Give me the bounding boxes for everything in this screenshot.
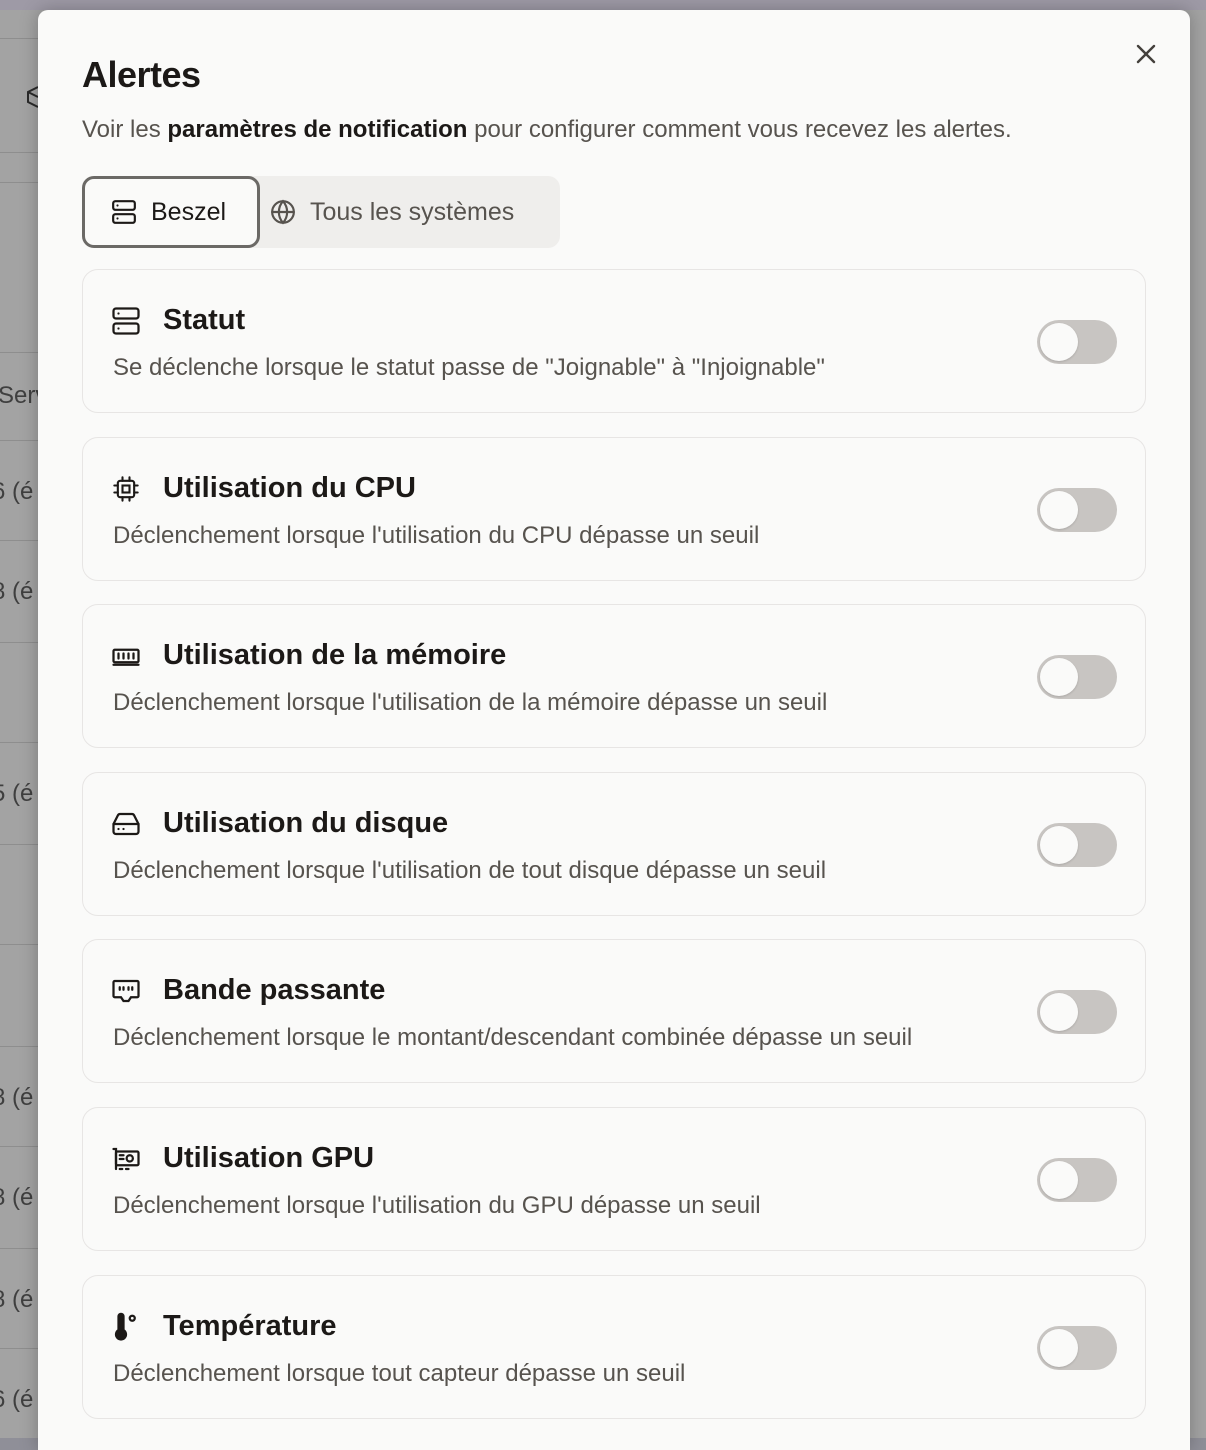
background-row-text: 6 (é [0,478,34,505]
alert-description: Déclenchement lorsque tout capteur dépas… [113,1360,686,1387]
alert-toggle[interactable] [1037,488,1117,532]
alert-title: Utilisation de la mémoire [163,639,507,671]
server-icon [111,306,141,336]
toggle-knob [1040,826,1078,864]
tab-beszel[interactable]: Beszel [82,176,260,248]
alert-toggle[interactable] [1037,1158,1117,1202]
ethernet-port-icon [111,976,141,1006]
description-suffix: pour configurer comment vous recevez les… [467,116,1012,143]
alert-toggle[interactable] [1037,823,1117,867]
tab-label: Tous les systèmes [310,197,515,226]
alert-description: Déclenchement lorsque l'utilisation du G… [113,1192,761,1219]
alert-description: Déclenchement lorsque l'utilisation du C… [113,522,760,549]
alert-card-cpu: Utilisation du CPU Déclenchement lorsque… [82,437,1146,581]
toggle-knob [1040,1161,1078,1199]
alert-card-temperature: Température Déclenchement lorsque tout c… [82,1275,1146,1419]
alert-description: Déclenchement lorsque le montant/descend… [113,1024,913,1051]
alert-toggle[interactable] [1037,1326,1117,1370]
close-icon [1136,44,1156,64]
memory-icon [111,641,141,671]
thermometer-icon [111,1312,141,1342]
alert-title: Température [163,1310,337,1342]
alert-card-disk: Utilisation du disque Déclenchement lors… [82,772,1146,916]
close-button[interactable] [1130,38,1162,70]
toggle-knob [1040,1329,1078,1367]
background-row-text: 6 (é [0,1386,34,1413]
background-row-text: 5 (é [0,780,34,807]
toggle-knob [1040,491,1078,529]
alert-card-gpu: Utilisation GPU Déclenchement lorsque l'… [82,1107,1146,1251]
tab-label: Beszel [151,197,227,226]
alerts-dialog: Alertes Voir les paramètres de notificat… [38,10,1190,1450]
toggle-knob [1040,658,1078,696]
description-prefix: Voir les [82,116,168,143]
dialog-description: Voir les paramètres de notification pour… [82,116,1012,144]
hard-drive-icon [111,809,141,839]
toggle-knob [1040,323,1078,361]
background-row-text: 8 (é [0,1286,34,1313]
background-row-text: 8 (é [0,578,34,605]
alert-title: Statut [163,304,246,336]
alert-card-memory: Utilisation de la mémoire Déclenchement … [82,604,1146,748]
alert-title: Utilisation GPU [163,1142,375,1174]
alert-card-bandwidth: Bande passante Déclenchement lorsque le … [82,939,1146,1083]
tab-list: Beszel Tous les systèmes [82,176,560,248]
dialog-title: Alertes [82,54,201,95]
alert-toggle[interactable] [1037,655,1117,699]
background-row-text: 8 (é [0,1184,34,1211]
toggle-knob [1040,993,1078,1031]
tab-all-systems[interactable]: Tous les systèmes [270,176,560,248]
background-column-header: Serv [0,382,40,409]
alert-card-status: Statut Se déclenche lorsque le statut pa… [82,269,1146,413]
alert-description: Déclenchement lorsque l'utilisation de l… [113,689,828,716]
alert-description: Déclenchement lorsque l'utilisation de t… [113,857,827,884]
alert-title: Bande passante [163,974,386,1006]
window-frame [0,0,1206,10]
notification-settings-link[interactable]: paramètres de notification [167,116,467,143]
alert-title: Utilisation du CPU [163,472,416,504]
alert-toggle[interactable] [1037,320,1117,364]
globe-icon [271,199,295,225]
alert-toggle[interactable] [1037,990,1117,1034]
cpu-icon [111,474,141,504]
background-row-text: 8 (é [0,1084,34,1111]
gpu-icon [111,1144,141,1174]
alert-title: Utilisation du disque [163,807,449,839]
alert-description: Se déclenche lorsque le statut passe de … [113,354,825,381]
server-icon [112,200,136,224]
